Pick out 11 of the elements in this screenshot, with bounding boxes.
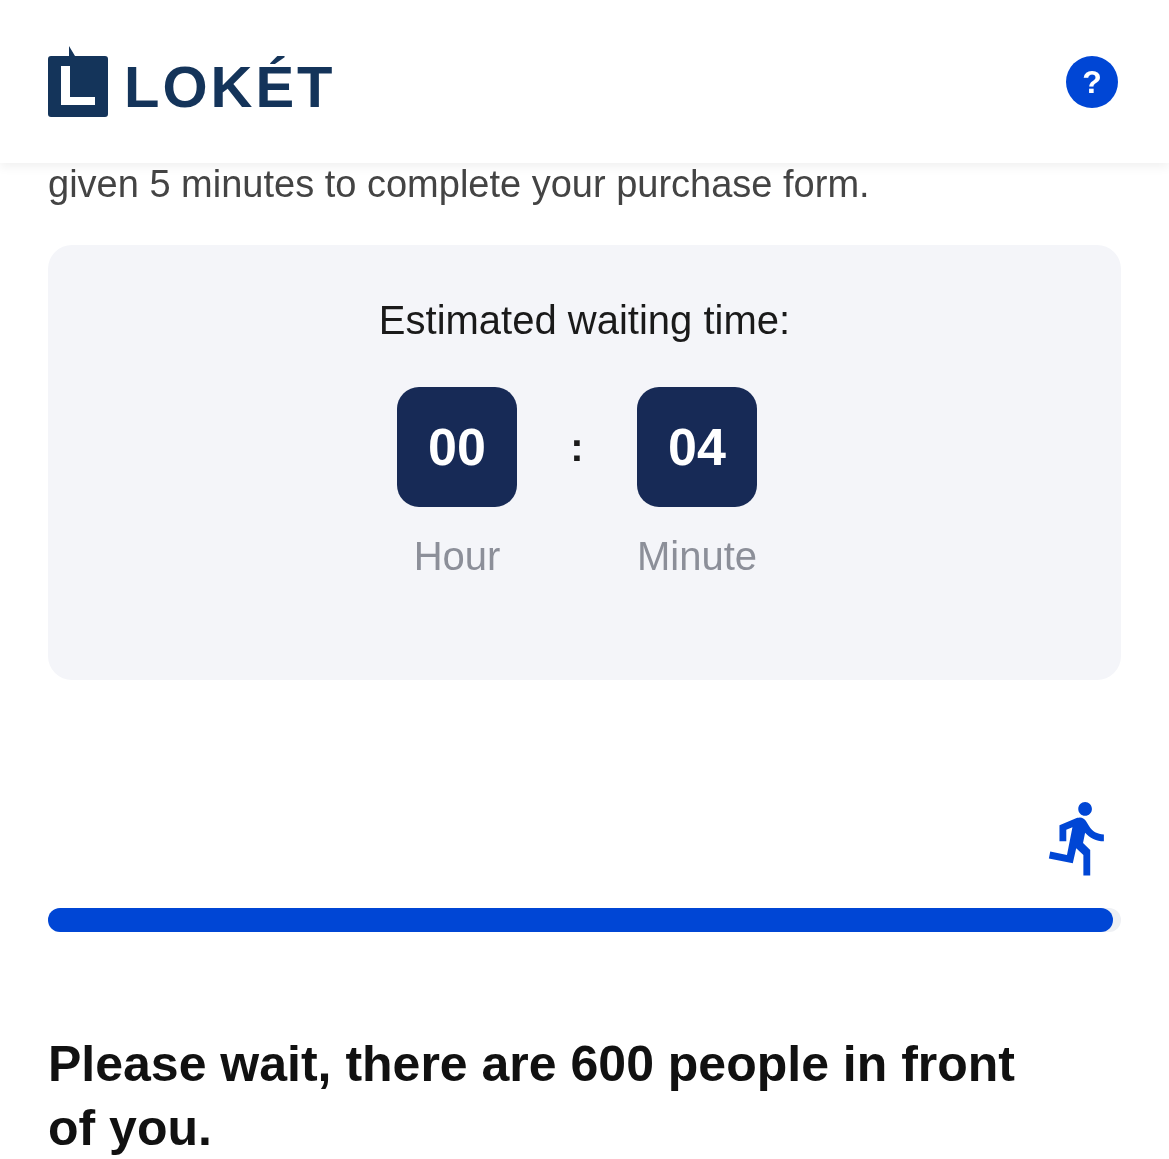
time-value: 00 (397, 387, 517, 507)
logo-icon (48, 46, 108, 117)
time-unit-label: Hour (413, 533, 501, 579)
intro-text: given 5 minutes to complete your purchase form. (48, 163, 871, 205)
time-unit-label: Minute (636, 533, 758, 579)
time-separator: : (569, 424, 585, 471)
waiting-time-title: Estimated waiting time: (378, 297, 791, 343)
queue-message: Please wait, there are 600 people in front of you. (48, 1035, 1017, 1158)
time-value: 04 (637, 387, 757, 507)
help-button[interactable]: ? (1066, 55, 1118, 108)
logo-text: LOKÉT (124, 58, 336, 116)
